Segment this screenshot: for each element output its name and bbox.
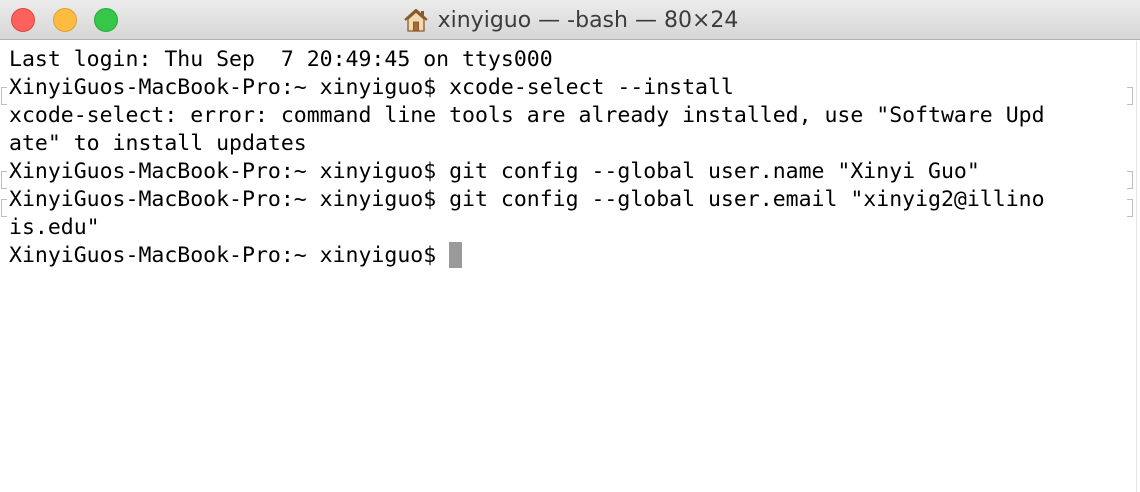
terminal-line: is.edu" bbox=[9, 215, 100, 240]
terminal-line: Last login: Thu Sep 7 20:49:45 on ttys00… bbox=[9, 47, 553, 72]
line-mark-right bbox=[1127, 87, 1133, 105]
title-group: xinyiguo — -bash — 80×24 bbox=[0, 0, 1140, 40]
line-mark-left bbox=[1, 199, 7, 217]
home-icon bbox=[402, 7, 430, 33]
terminal-line: ate" to install updates bbox=[9, 131, 307, 156]
line-mark-right bbox=[1127, 171, 1133, 189]
terminal-output[interactable]: Last login: Thu Sep 7 20:49:45 on ttys00… bbox=[0, 41, 1140, 492]
text-cursor bbox=[449, 242, 463, 268]
terminal-window: xinyiguo — -bash — 80×24 Last login: Thu… bbox=[0, 0, 1140, 492]
vertical-scrollbar[interactable] bbox=[1136, 41, 1140, 492]
terminal-line: XinyiGuos-MacBook-Pro:~ xinyiguo$ git co… bbox=[9, 159, 980, 184]
terminal-line: XinyiGuos-MacBook-Pro:~ xinyiguo$ git co… bbox=[9, 187, 1045, 212]
line-mark-left bbox=[1, 87, 7, 105]
prompt-text: XinyiGuos-MacBook-Pro:~ xinyiguo$ bbox=[9, 243, 437, 268]
terminal-line: XinyiGuos-MacBook-Pro:~ xinyiguo$ xcode-… bbox=[9, 75, 734, 100]
window-title: xinyiguo — -bash — 80×24 bbox=[437, 7, 739, 33]
line-mark-left bbox=[1, 171, 7, 189]
title-bar[interactable]: xinyiguo — -bash — 80×24 bbox=[0, 0, 1140, 40]
prompt-line[interactable]: XinyiGuos-MacBook-Pro:~ xinyiguo$ bbox=[9, 242, 1045, 270]
line-mark-right bbox=[1127, 199, 1133, 217]
terminal-line: xcode-select: error: command line tools … bbox=[9, 103, 1045, 128]
terminal-lines: Last login: Thu Sep 7 20:49:45 on ttys00… bbox=[9, 46, 1045, 270]
